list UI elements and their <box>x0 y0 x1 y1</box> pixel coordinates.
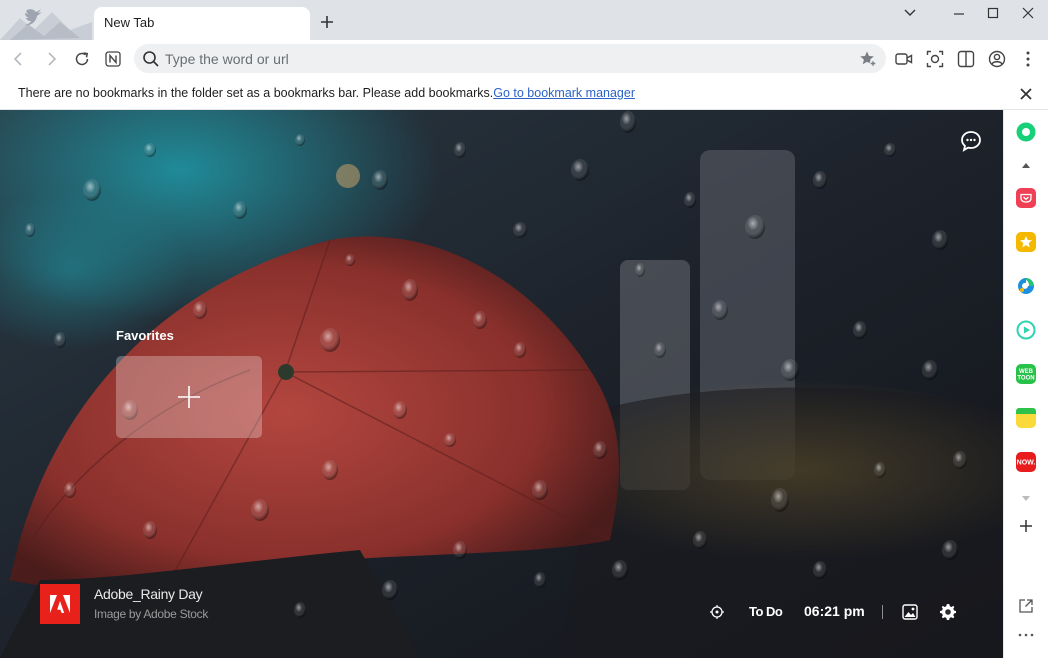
screen-capture-button[interactable] <box>922 46 948 72</box>
pocket-icon <box>1020 193 1032 203</box>
caret-down-icon <box>1022 496 1030 501</box>
chat-button[interactable] <box>960 130 982 152</box>
close-icon <box>1020 88 1032 100</box>
maximize-icon <box>987 7 999 19</box>
background-title: Adobe_Rainy Day <box>94 586 203 602</box>
sidebar-item-player[interactable] <box>1016 320 1036 340</box>
naver-home-button[interactable] <box>100 46 126 72</box>
background-credit: Image by Adobe Stock <box>94 607 209 621</box>
sidebar: WEB TOON NOW. <box>1003 110 1048 658</box>
chevron-down-icon <box>904 9 916 16</box>
tab-list-button[interactable] <box>893 0 927 26</box>
change-background-button[interactable] <box>900 602 920 622</box>
play-icon <box>1016 320 1036 340</box>
browser-window: New Tab Type the word or url There are n… <box>0 0 1048 658</box>
minimize-button[interactable] <box>942 0 976 26</box>
gear-icon <box>940 604 956 620</box>
sidebar-add-button[interactable] <box>1016 516 1036 536</box>
forward-button[interactable] <box>38 46 64 72</box>
star-plus-icon <box>860 51 877 68</box>
image-icon <box>902 604 918 620</box>
sidebar-item-pocket[interactable] <box>1016 188 1036 208</box>
svg-text:NOW.: NOW. <box>1017 460 1036 467</box>
plus-icon <box>1020 520 1032 532</box>
todo-button[interactable]: To Do <box>749 604 783 619</box>
video-camera-icon <box>895 53 913 65</box>
sidebar-item-webtoon[interactable]: WEB TOON <box>1016 364 1036 384</box>
toolbar <box>0 40 1048 77</box>
plus-icon <box>321 16 333 28</box>
naver-n-icon <box>105 51 121 67</box>
arrow-left-icon <box>13 52 22 66</box>
reload-icon <box>75 52 89 66</box>
more-horizontal-icon <box>1018 633 1034 637</box>
add-favorite-button[interactable] <box>116 356 262 438</box>
divider <box>882 605 883 619</box>
page-settings-button[interactable] <box>938 602 958 622</box>
back-button[interactable] <box>6 46 32 72</box>
external-link-icon <box>1019 599 1033 613</box>
user-icon <box>988 50 1006 68</box>
sidebar-item-memo[interactable] <box>1016 408 1036 428</box>
adobe-stock-logo[interactable] <box>40 584 80 624</box>
focus-mode-button[interactable] <box>708 603 726 621</box>
circle-icon <box>1016 122 1036 142</box>
webtoon-icon: WEB TOON <box>1017 369 1034 382</box>
adobe-icon <box>50 595 70 613</box>
crosshair-icon <box>710 605 724 619</box>
tab-new-tab[interactable]: New Tab <box>94 7 310 40</box>
tab-title: New Tab <box>104 15 155 30</box>
reload-button[interactable] <box>69 46 95 72</box>
capture-icon <box>926 50 944 68</box>
close-icon <box>1022 7 1034 19</box>
svg-text:WEB: WEB <box>1019 369 1034 375</box>
sidebar-item-edge[interactable] <box>1016 276 1036 296</box>
profile-button[interactable] <box>984 46 1010 72</box>
bird-icon <box>25 9 42 26</box>
close-bookmarks-notice-button[interactable] <box>1016 84 1036 104</box>
new-tab-page: Favorites Adobe_Rainy Day Image by Adobe… <box>0 110 1003 658</box>
side-panel-button[interactable] <box>953 46 979 72</box>
favorites-title: Favorites <box>116 328 174 343</box>
bookmarks-bar: There are no bookmarks in the folder set… <box>0 77 1048 110</box>
main-menu-button[interactable] <box>1015 46 1041 72</box>
tab-strip: New Tab <box>0 0 1048 40</box>
kebab-menu-icon <box>1026 51 1030 67</box>
bookmarks-bar-notice: There are no bookmarks in the folder set… <box>18 86 635 100</box>
edge-icon <box>1018 278 1034 294</box>
bookmarks-empty-message: There are no bookmarks in the folder set… <box>18 86 494 100</box>
arrow-right-icon <box>48 52 57 66</box>
now-icon: NOW. <box>1017 460 1036 467</box>
new-tab-button[interactable] <box>316 11 338 33</box>
browser-theme-logo <box>0 0 92 40</box>
clock: 06:21 pm <box>804 603 865 619</box>
bookmark-star-button[interactable] <box>858 49 878 69</box>
star-icon <box>1020 236 1032 248</box>
bookmark-manager-link[interactable]: Go to bookmark manager <box>493 86 635 100</box>
search-icon <box>143 51 159 67</box>
close-window-button[interactable] <box>1011 0 1045 26</box>
caret-up-icon <box>1022 163 1030 168</box>
sidebar-item-circle[interactable] <box>1016 122 1036 142</box>
sidebar-open-external-button[interactable] <box>1016 596 1036 616</box>
address-input[interactable] <box>165 48 845 69</box>
plus-icon <box>178 386 200 408</box>
speech-bubble-icon <box>961 131 981 152</box>
sidebar-item-favorites[interactable] <box>1016 232 1036 252</box>
sidebar-more-button[interactable] <box>1016 628 1036 642</box>
address-bar <box>134 44 886 73</box>
svg-text:TOON: TOON <box>1017 376 1034 382</box>
sidebar-item-now[interactable]: NOW. <box>1016 452 1036 472</box>
video-capture-button[interactable] <box>891 46 917 72</box>
memo-icon <box>1016 408 1036 414</box>
minimize-icon <box>954 13 964 15</box>
maximize-button[interactable] <box>976 0 1010 26</box>
sidebar-scroll-down-button[interactable] <box>1016 492 1036 506</box>
sidebar-scroll-up-button[interactable] <box>1016 158 1036 172</box>
split-view-icon <box>957 50 975 68</box>
